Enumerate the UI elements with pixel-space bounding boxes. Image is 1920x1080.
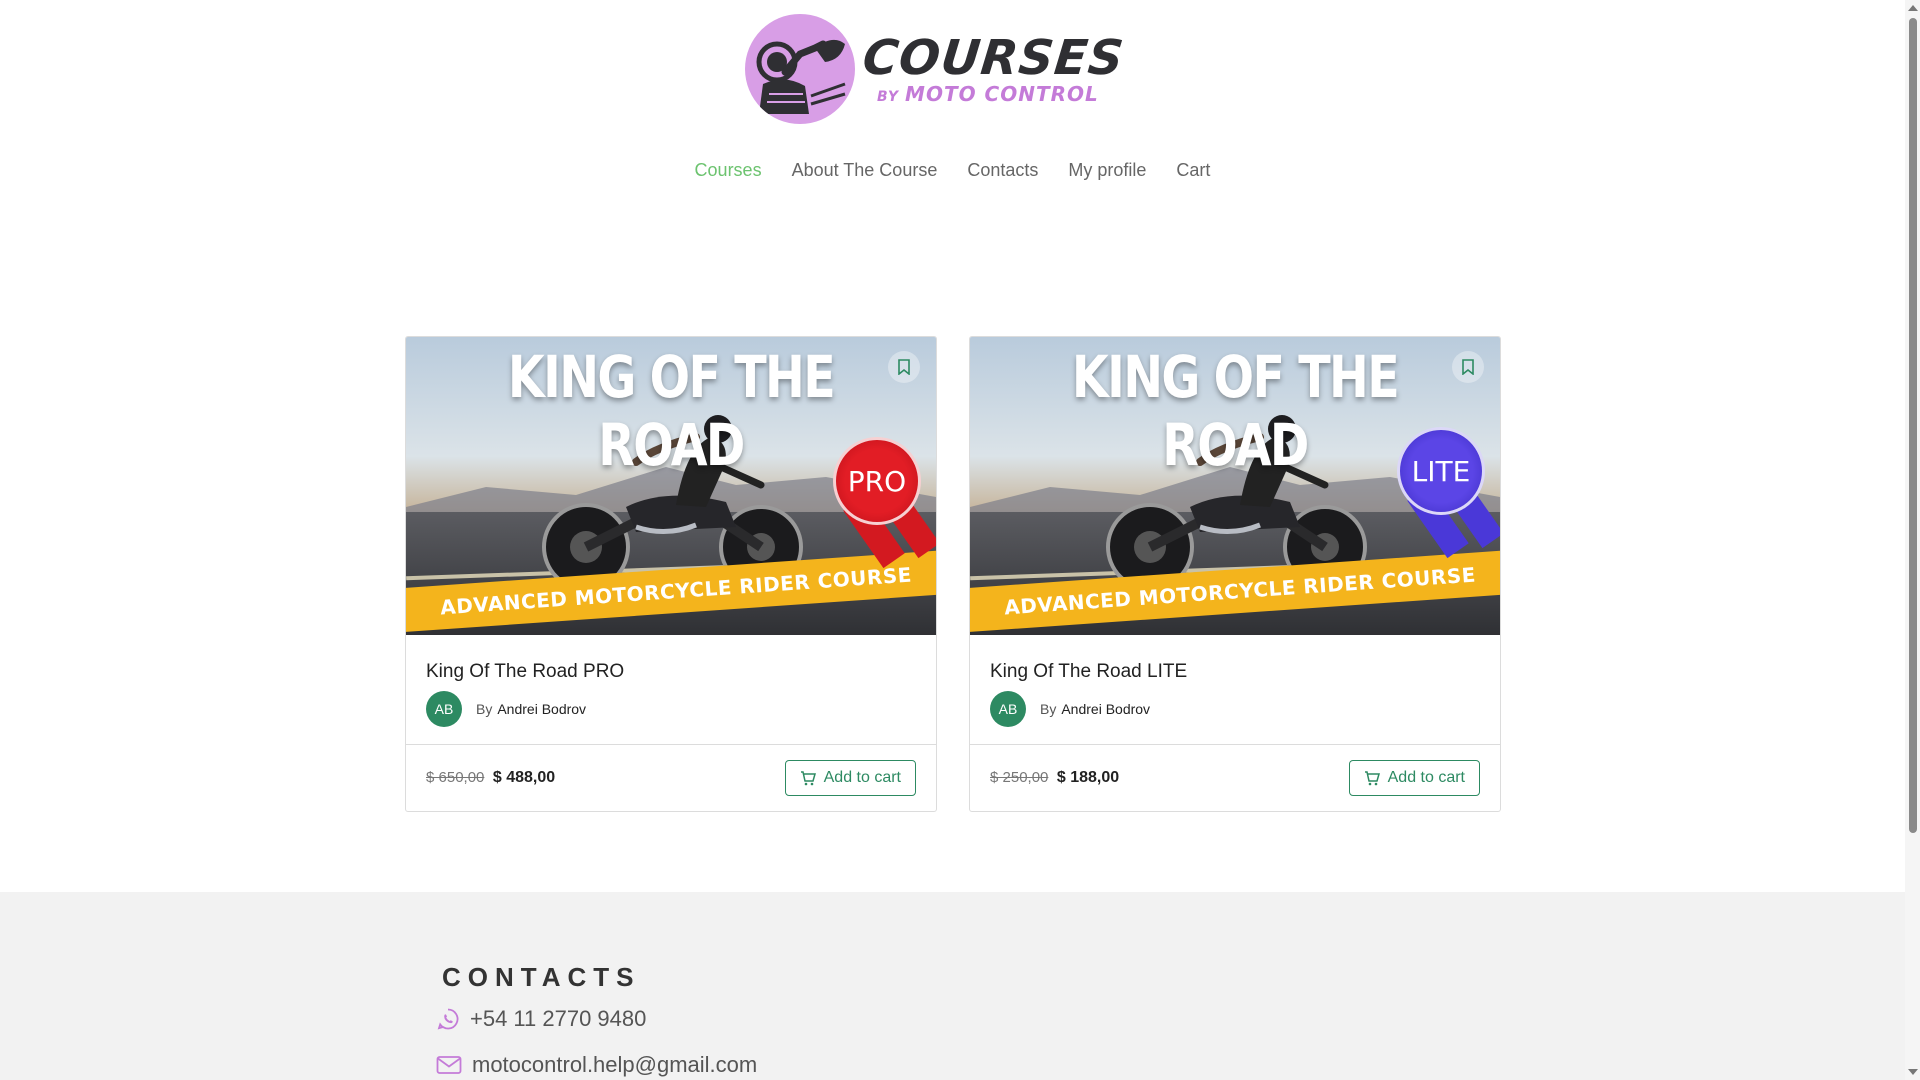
- scroll-down-icon[interactable]: [1908, 1069, 1918, 1075]
- page: COURSES BY MOTO CONTROL Courses About The…: [0, 0, 1920, 1080]
- page-scrollbar[interactable]: [1905, 0, 1920, 1080]
- bookmark-button[interactable]: [888, 351, 920, 383]
- bookmark-icon: [1462, 359, 1474, 375]
- current-price: $ 488,00: [492, 769, 556, 786]
- email-icon: [436, 1056, 462, 1074]
- author-name[interactable]: Andrei Bodrov: [1061, 701, 1150, 717]
- price: $ 650,00 $ 488,00: [426, 769, 555, 787]
- phone-number: +54 11 2770 9480: [470, 1006, 647, 1031]
- course-thumbnail[interactable]: KING OF THE ROAD ADVANCED MOTORCYCLE RID…: [970, 337, 1500, 635]
- logo-wordmark: COURSES BY MOTO CONTROL: [860, 30, 1127, 104]
- old-price: $ 650,00: [426, 769, 485, 786]
- course-author: AB By Andrei Bodrov: [990, 691, 1480, 727]
- add-to-cart-label: Add to cart: [1387, 769, 1465, 786]
- scroll-up-icon[interactable]: [1908, 5, 1918, 11]
- whatsapp-icon: [437, 1008, 459, 1030]
- site-logo[interactable]: COURSES BY MOTO CONTROL: [745, 14, 1145, 124]
- main-nav: Courses About The Course Contacts My pro…: [0, 160, 1905, 181]
- course-thumbnail[interactable]: KING OF THE ROAD ADVANCED MOTORCYCLE RID…: [406, 337, 936, 635]
- add-to-cart-button[interactable]: Add to cart: [1348, 760, 1480, 796]
- pro-badge: PRO: [833, 437, 921, 525]
- lite-badge: LITE: [1397, 427, 1485, 515]
- thumbnail-title: KING OF THE ROAD: [1071, 343, 1400, 479]
- card-body: King Of The Road PRO AB By Andrei Bodrov: [406, 635, 936, 745]
- card-footer: $ 250,00 $ 188,00 Add to cart: [970, 745, 1500, 811]
- course-card-pro[interactable]: KING OF THE ROAD ADVANCED MOTORCYCLE RID…: [405, 336, 937, 812]
- logo-emblem-icon: [745, 14, 855, 124]
- card-body: King Of The Road LITE AB By Andrei Bodro…: [970, 635, 1500, 745]
- add-to-cart-label: Add to cart: [823, 769, 901, 786]
- by-label: By: [1040, 701, 1057, 717]
- course-author: AB By Andrei Bodrov: [426, 691, 916, 727]
- old-price: $ 250,00: [990, 769, 1049, 786]
- cart-icon: [1364, 771, 1380, 786]
- footer: CONTACTS +54 11 2770 9480 motocontrol.he…: [0, 892, 1905, 1080]
- scrollbar-thumb[interactable]: [1909, 18, 1917, 833]
- price: $ 250,00 $ 188,00: [990, 769, 1119, 787]
- nav-item-cart[interactable]: Cart: [1176, 160, 1210, 181]
- contacts-heading: CONTACTS: [442, 962, 641, 992]
- by-label: By: [476, 701, 493, 717]
- email-address: motocontrol.help@gmail.com: [472, 1052, 758, 1077]
- contact-phone[interactable]: +54 11 2770 9480: [436, 1006, 646, 1032]
- nav-item-about-the-course[interactable]: About The Course: [792, 160, 938, 181]
- avatar: AB: [990, 691, 1026, 727]
- nav-item-my-profile[interactable]: My profile: [1068, 160, 1146, 181]
- cart-icon: [800, 771, 816, 786]
- logo-by-text: BY: [877, 89, 900, 105]
- current-price: $ 188,00: [1056, 769, 1120, 786]
- nav-item-courses[interactable]: Courses: [695, 160, 762, 181]
- author-name[interactable]: Andrei Bodrov: [497, 701, 586, 717]
- bookmark-button[interactable]: [1452, 351, 1484, 383]
- logo-sub-text: BY MOTO CONTROL: [877, 84, 1124, 104]
- nav-item-contacts[interactable]: Contacts: [967, 160, 1038, 181]
- thumbnail-title: KING OF THE ROAD: [507, 343, 836, 479]
- card-footer: $ 650,00 $ 488,00 Add to cart: [406, 745, 936, 811]
- course-title[interactable]: King Of The Road LITE: [990, 661, 1480, 683]
- course-title[interactable]: King Of The Road PRO: [426, 661, 916, 683]
- course-card-lite[interactable]: KING OF THE ROAD ADVANCED MOTORCYCLE RID…: [969, 336, 1501, 812]
- avatar: AB: [426, 691, 462, 727]
- contact-email[interactable]: motocontrol.help@gmail.com: [436, 1052, 757, 1078]
- bookmark-icon: [898, 359, 910, 375]
- logo-main-text: COURSES: [860, 30, 1127, 86]
- add-to-cart-button[interactable]: Add to cart: [784, 760, 916, 796]
